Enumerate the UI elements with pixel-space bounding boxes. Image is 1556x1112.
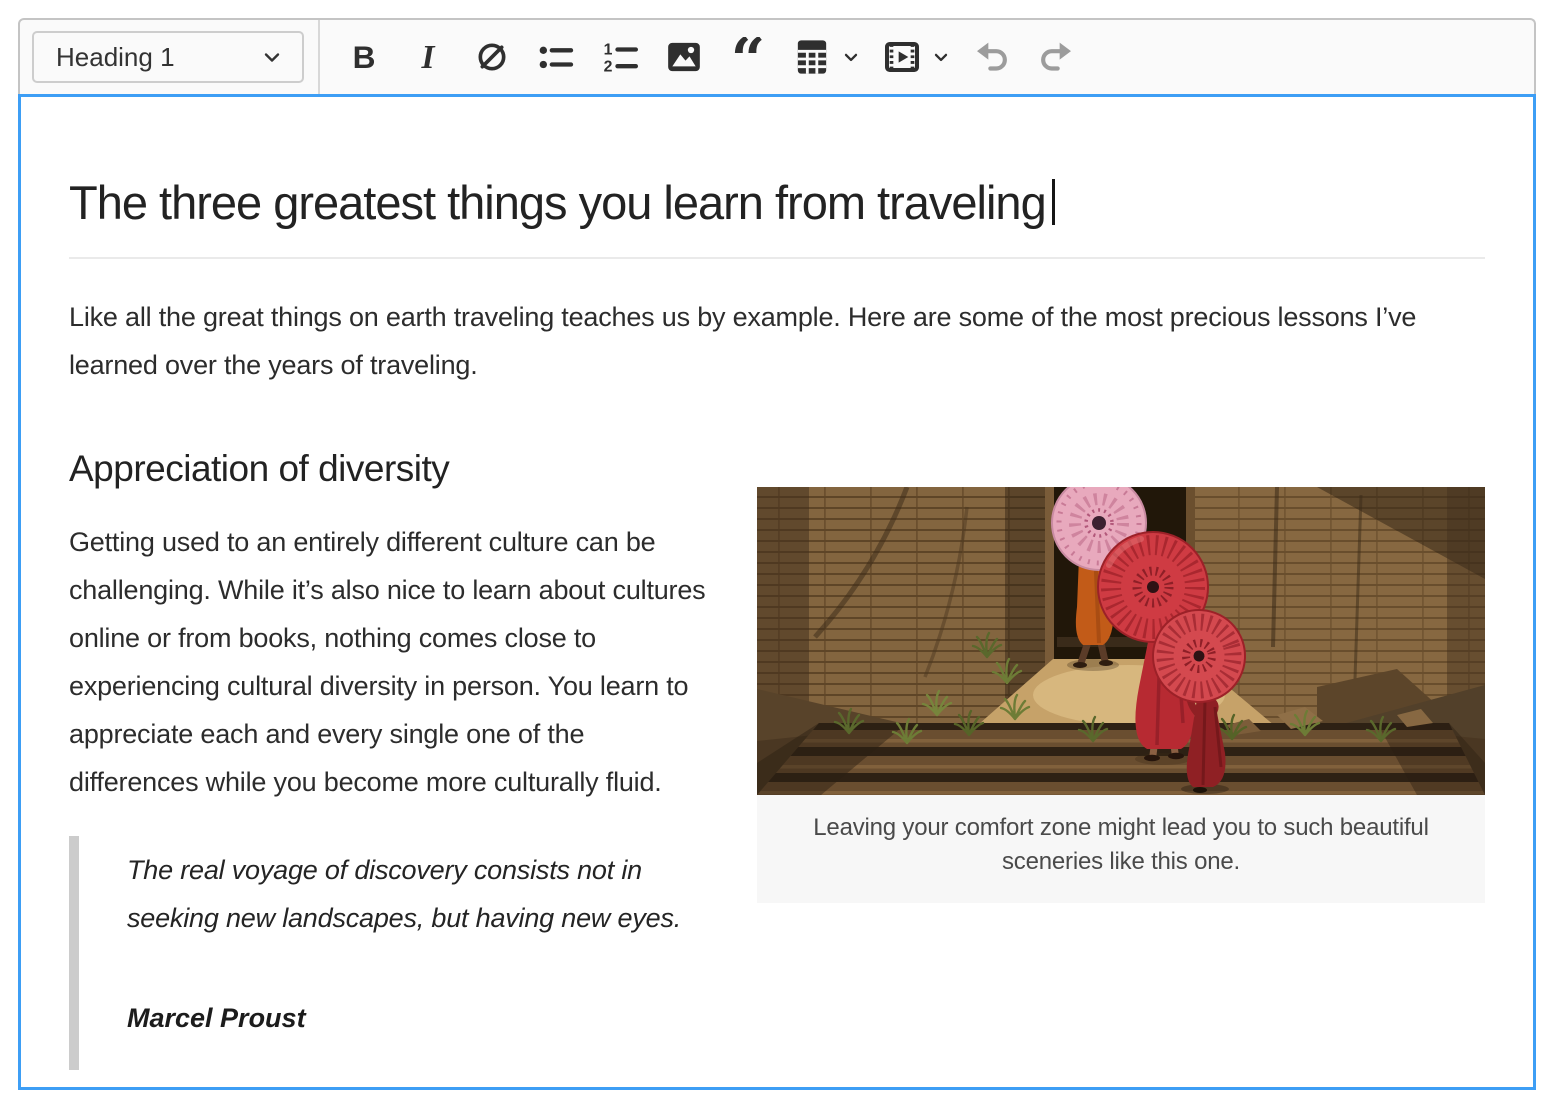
numbered-list-icon: 1 2	[600, 37, 640, 77]
link-icon	[472, 37, 512, 77]
svg-text:2: 2	[604, 58, 613, 75]
chevron-down-icon	[260, 45, 284, 69]
redo-icon	[1036, 37, 1076, 77]
document-title[interactable]: The three greatest things you learn from…	[69, 175, 1485, 259]
image-icon	[664, 37, 704, 77]
document-title-text: The three greatest things you learn from…	[69, 176, 1046, 229]
svg-text:“: “	[731, 37, 766, 77]
chevron-down-icon	[931, 47, 951, 67]
text-caret	[1052, 179, 1055, 225]
media-embed-icon	[882, 37, 922, 77]
image-caption[interactable]: Leaving your comfort zone might lead you…	[757, 795, 1485, 903]
bulleted-list-icon	[536, 37, 576, 77]
quote-author: Marcel Proust	[127, 994, 759, 1042]
intro-paragraph[interactable]: Like all the great things on earth trave…	[69, 293, 1485, 389]
editor-toolbar: Heading 1 B I 1	[18, 18, 1536, 94]
editing-area[interactable]: The three greatest things you learn from…	[18, 94, 1536, 1090]
bold-icon: B	[344, 37, 384, 77]
insert-table-dropdown[interactable]	[836, 28, 866, 86]
section-heading[interactable]: Appreciation of diversity	[69, 447, 1485, 491]
media-embed-dropdown[interactable]	[926, 28, 956, 86]
block-quote-icon: “	[728, 37, 768, 77]
bold-button[interactable]: B	[332, 28, 396, 86]
svg-text:B: B	[353, 39, 376, 75]
insert-table-button[interactable]	[780, 28, 844, 86]
media-embed-button[interactable]	[870, 28, 934, 86]
quote-text: The real voyage of discovery consists no…	[127, 846, 747, 942]
heading-dropdown-label: Heading 1	[56, 42, 175, 73]
block-quote[interactable]: The real voyage of discovery consists no…	[69, 836, 759, 1070]
svg-text:1: 1	[604, 42, 613, 59]
section-paragraph[interactable]: Getting used to an entirely different cu…	[69, 518, 769, 806]
block-quote-button[interactable]: “	[716, 28, 780, 86]
undo-button[interactable]	[960, 28, 1024, 86]
table-icon	[792, 37, 832, 77]
rich-text-editor: Heading 1 B I 1	[18, 18, 1536, 1090]
insert-image-button[interactable]	[652, 28, 716, 86]
italic-button[interactable]: I	[396, 28, 460, 86]
heading-dropdown[interactable]: Heading 1	[32, 31, 304, 83]
redo-button[interactable]	[1024, 28, 1088, 86]
toolbar-separator	[318, 20, 320, 94]
numbered-list-button[interactable]: 1 2	[588, 28, 652, 86]
italic-icon: I	[408, 37, 448, 77]
chevron-down-icon	[841, 47, 861, 67]
article-image-figure[interactable]: Leaving your comfort zone might lead you…	[757, 487, 1485, 903]
link-button[interactable]	[460, 28, 524, 86]
svg-text:I: I	[421, 39, 436, 76]
monks-temple-photo	[757, 487, 1485, 795]
undo-icon	[972, 37, 1012, 77]
bulleted-list-button[interactable]	[524, 28, 588, 86]
